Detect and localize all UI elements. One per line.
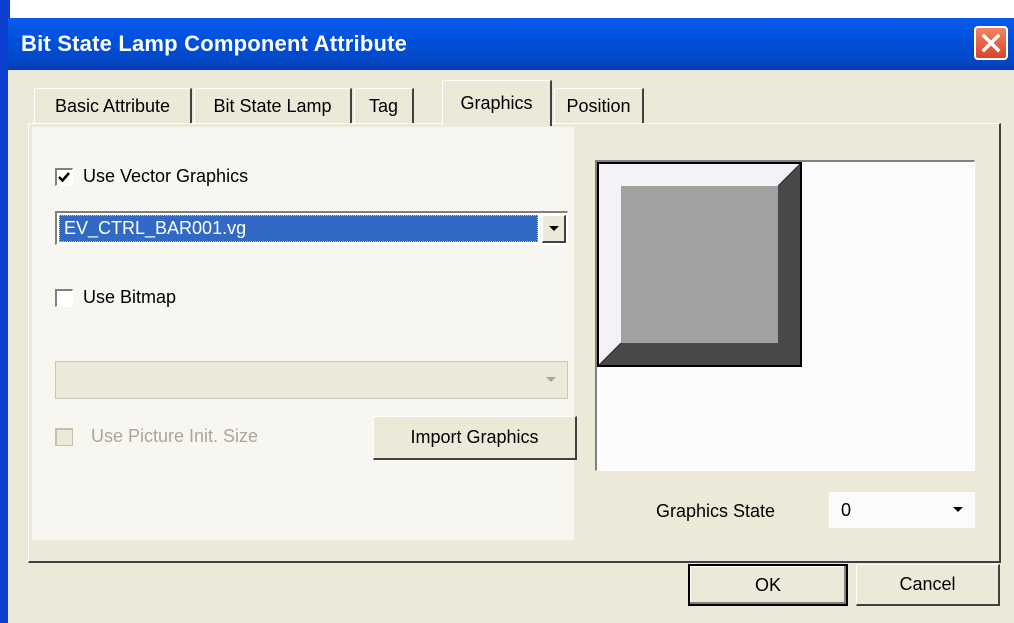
use-picture-init-size-label: Use Picture Init. Size xyxy=(91,426,259,446)
cancel-button[interactable]: Cancel xyxy=(856,564,1000,606)
graphics-state-label: Graphics State xyxy=(656,501,776,521)
import-graphics-button[interactable]: Import Graphics xyxy=(373,416,577,460)
bevel-square-graphic xyxy=(597,162,802,367)
window-title: Bit State Lamp Component Attribute xyxy=(21,31,408,56)
chevron-down-icon xyxy=(953,507,963,512)
vector-graphics-dropdown-button[interactable] xyxy=(542,215,566,243)
title-bar[interactable]: Bit State Lamp Component Attribute xyxy=(8,18,1014,70)
chevron-down-icon xyxy=(548,226,559,231)
close-button[interactable] xyxy=(974,26,1008,60)
use-bitmap-label: Use Bitmap xyxy=(83,287,177,307)
vector-graphics-select[interactable]: EV_CTRL_BAR001.vg xyxy=(55,211,568,245)
graphics-state-select[interactable]: 0 xyxy=(829,492,975,528)
close-icon xyxy=(981,33,1001,53)
ok-button[interactable]: OK xyxy=(688,564,848,606)
tab-bit-state-lamp[interactable]: Bit State Lamp xyxy=(194,88,352,124)
graphics-options-panel xyxy=(32,127,574,540)
tab-basic-attribute[interactable]: Basic Attribute xyxy=(34,88,192,124)
use-vector-graphics-label: Use Vector Graphics xyxy=(83,166,249,186)
vector-graphics-value: EV_CTRL_BAR001.vg xyxy=(64,218,247,238)
tab-position[interactable]: Position xyxy=(554,88,644,124)
bitmap-select[interactable] xyxy=(55,361,568,399)
graphics-tab-panel: Use Vector Graphics EV_CTRL_BAR001.vg Us… xyxy=(28,123,1001,563)
chevron-down-icon xyxy=(546,377,556,382)
vector-graphics-selected: EV_CTRL_BAR001.vg xyxy=(59,215,538,242)
use-vector-graphics-checkbox[interactable] xyxy=(55,168,73,186)
graphics-preview xyxy=(595,160,975,471)
graphics-state-value: 0 xyxy=(841,500,852,520)
dialog: Bit State Lamp Component Attribute Basic… xyxy=(8,18,1014,623)
tab-tag[interactable]: Tag xyxy=(354,88,414,124)
use-picture-init-size-checkbox[interactable] xyxy=(55,428,73,446)
use-bitmap-checkbox[interactable] xyxy=(55,289,73,307)
checkmark-icon xyxy=(58,172,70,183)
tab-graphics[interactable]: Graphics xyxy=(442,80,552,126)
